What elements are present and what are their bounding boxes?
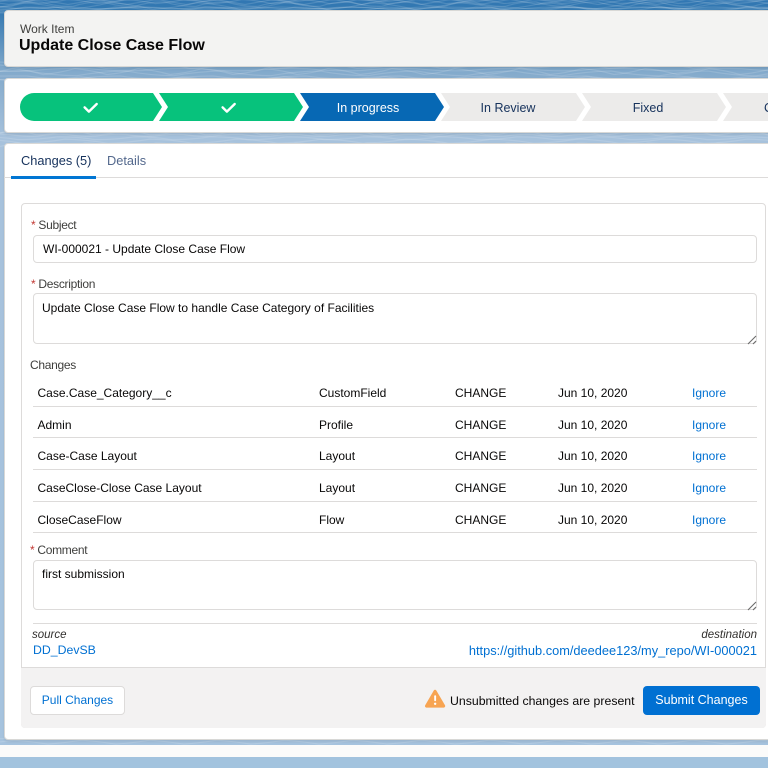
svg-text:In progress: In progress <box>337 101 400 115</box>
svg-text:Closed: Closed <box>764 101 768 115</box>
svg-text:Fixed: Fixed <box>633 101 664 115</box>
svg-text:In Review: In Review <box>481 101 537 115</box>
